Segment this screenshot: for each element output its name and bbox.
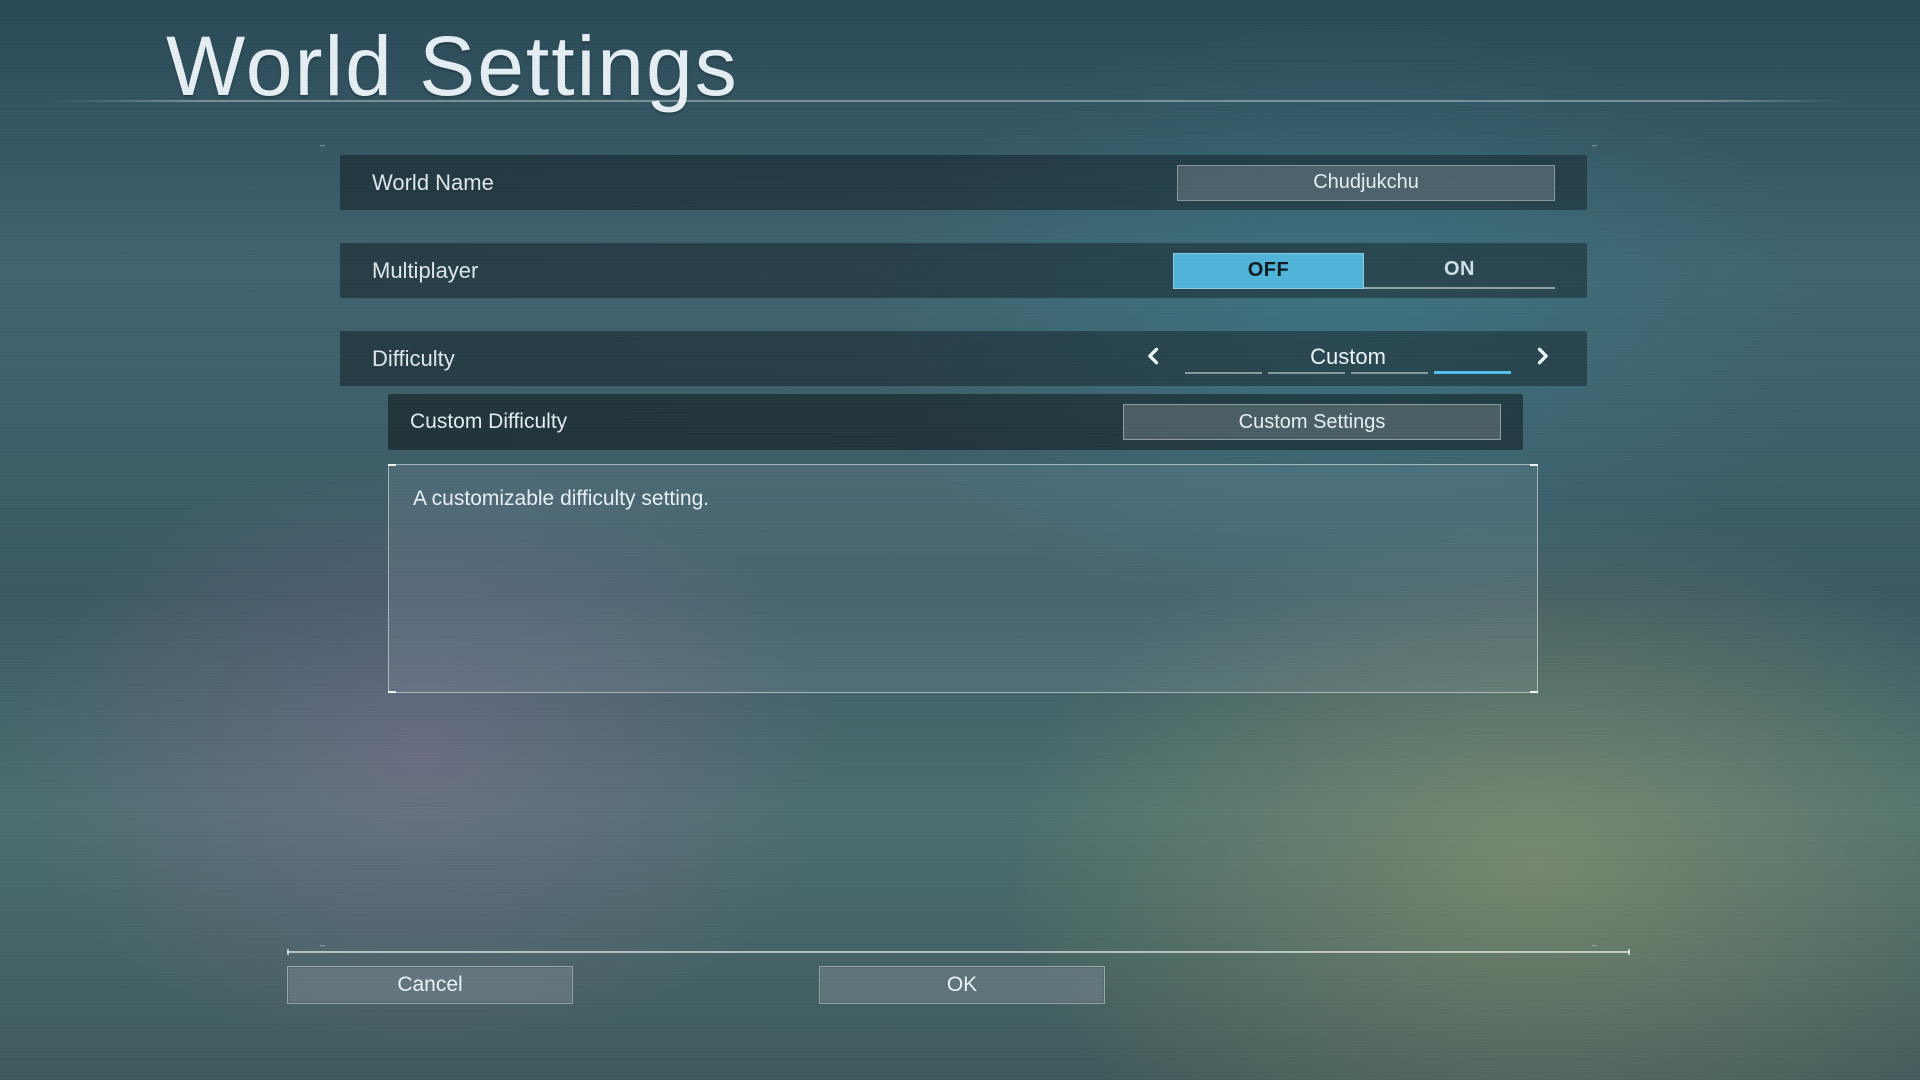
difficulty-description: A customizable difficulty setting. [388, 464, 1538, 693]
multiplayer-toggle: OFF ON [1173, 253, 1555, 289]
difficulty-next[interactable] [1529, 346, 1555, 372]
difficulty-prev[interactable] [1141, 346, 1167, 372]
difficulty-description-text: A customizable difficulty setting. [413, 487, 709, 510]
frame-tick-br: – [1592, 940, 1597, 950]
frame-tick-tl: – [320, 140, 325, 150]
custom-settings-button[interactable]: Custom Settings [1123, 404, 1501, 440]
row-world-name: World Name Chudjukchu [340, 155, 1587, 210]
world-name-input[interactable]: Chudjukchu [1177, 165, 1555, 201]
footer-buttons: Cancel OK [287, 966, 1105, 1004]
difficulty-segments [1185, 372, 1511, 374]
chevron-left-icon [1144, 343, 1164, 374]
frame-tick-tr: – [1592, 140, 1597, 150]
frame-tick-bl: – [320, 940, 325, 950]
world-name-label: World Name [372, 170, 494, 196]
settings-panel: World Name Chudjukchu Multiplayer OFF ON… [340, 155, 1587, 693]
multiplayer-off[interactable]: OFF [1173, 253, 1364, 289]
multiplayer-label: Multiplayer [372, 258, 478, 284]
difficulty-value-wrap: Custom [1183, 344, 1513, 374]
custom-difficulty-label: Custom Difficulty [410, 410, 567, 434]
row-difficulty: Difficulty Custom [340, 331, 1587, 386]
difficulty-label: Difficulty [372, 346, 455, 372]
title-divider [50, 100, 1850, 102]
multiplayer-on[interactable]: ON [1364, 253, 1555, 289]
world-settings-screen: World Settings – – – – World Name Chudju… [0, 0, 1920, 1080]
bottom-divider [287, 951, 1630, 953]
row-custom-difficulty: Custom Difficulty Custom Settings [388, 394, 1523, 450]
ok-button[interactable]: OK [819, 966, 1105, 1004]
row-multiplayer: Multiplayer OFF ON [340, 243, 1587, 298]
difficulty-value: Custom [1310, 344, 1386, 370]
cancel-button[interactable]: Cancel [287, 966, 573, 1004]
chevron-right-icon [1532, 343, 1552, 374]
